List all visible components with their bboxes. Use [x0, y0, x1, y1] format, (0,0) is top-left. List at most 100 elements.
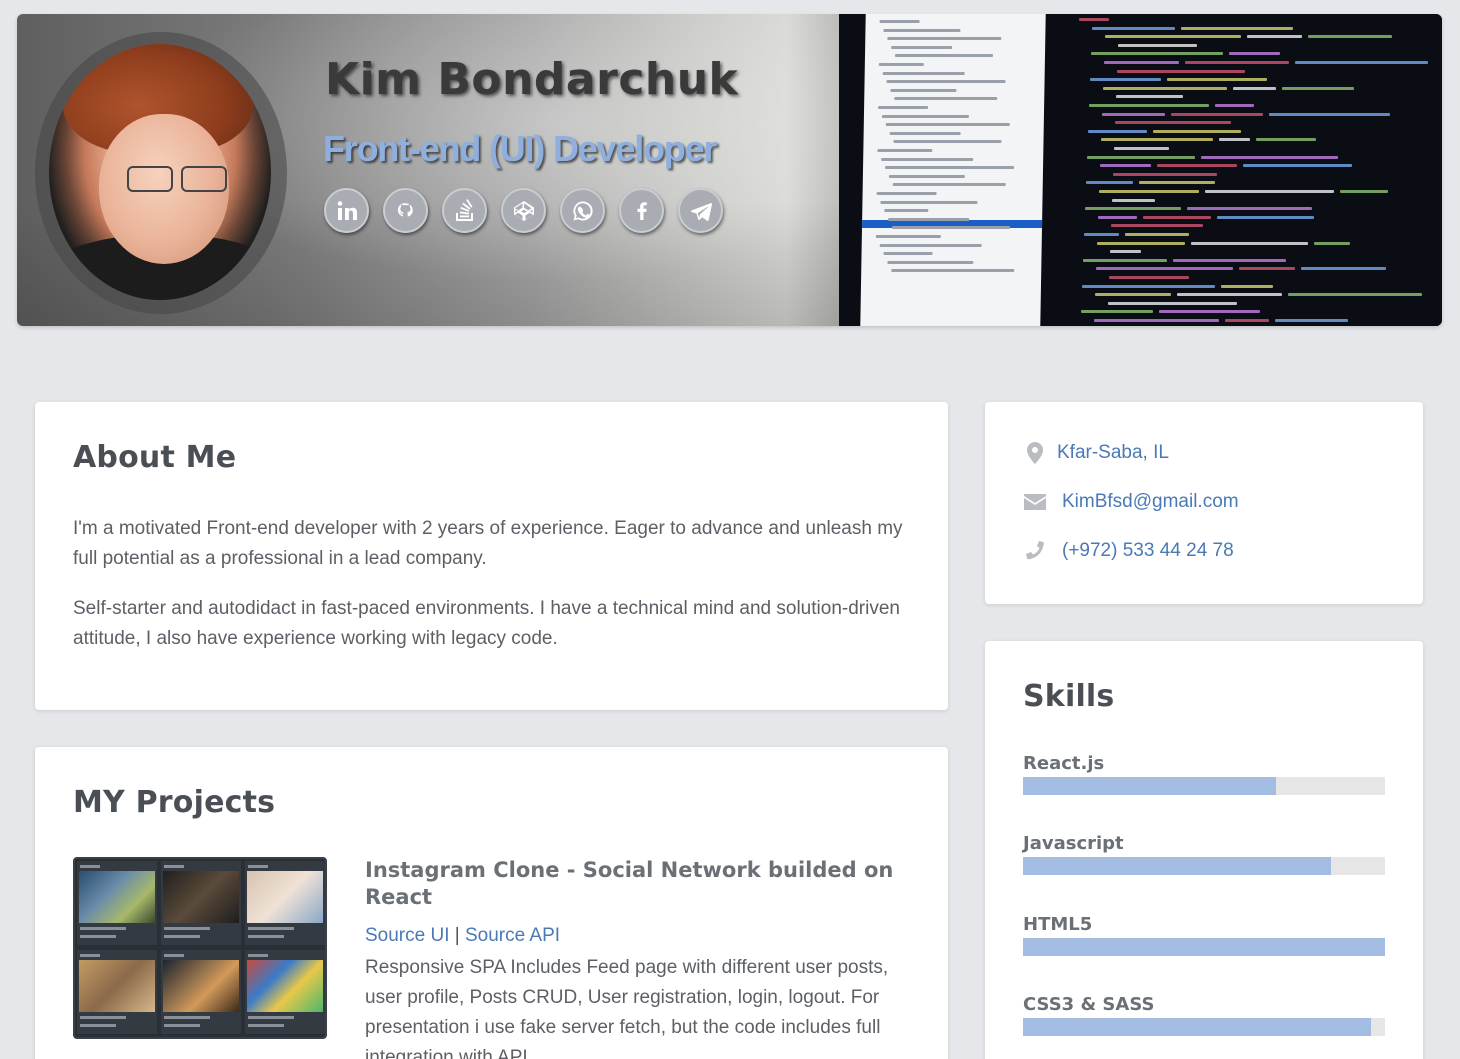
skills-title: Skills [1023, 679, 1115, 714]
code-line [1094, 319, 1219, 322]
code-line [1157, 164, 1237, 168]
code-line [1081, 310, 1153, 314]
code-line [1143, 215, 1211, 219]
code-line [1295, 61, 1428, 64]
thumbnail-post-image [79, 871, 155, 923]
file-tree-line [883, 252, 933, 256]
file-tree-line [893, 140, 1002, 144]
code-line [1090, 78, 1161, 82]
code-line [1116, 95, 1183, 99]
thumbnail-text-line [80, 935, 116, 938]
thumbnail-post-image [163, 871, 239, 923]
code-line [1117, 69, 1245, 73]
telegram-icon[interactable] [678, 188, 723, 233]
source-ui-link[interactable]: Source UI [365, 925, 449, 946]
email-row: KimBfsd@gmail.com [1021, 491, 1239, 513]
about-title: About Me [73, 440, 237, 475]
codepen-icon[interactable] [501, 188, 546, 233]
file-tree-line [882, 71, 965, 75]
thumbnail-text-line [248, 954, 268, 957]
thumbnail-post-tile [77, 861, 157, 945]
thumbnail-text-line [80, 1024, 116, 1027]
skill-label: React.js [1023, 753, 1105, 774]
code-line [1171, 112, 1263, 116]
profile-header: Kim Bondarchuk Front-end (UI) Developer [17, 14, 1442, 326]
source-api-link[interactable]: Source API [465, 925, 560, 946]
code-line [1079, 18, 1109, 21]
file-tree-line [883, 28, 961, 32]
code-line [1243, 164, 1352, 168]
code-line [1100, 164, 1151, 168]
about-paragraph-2: Self-starter and autodidact in fast-pace… [73, 598, 900, 649]
code-line [1105, 35, 1241, 39]
thumbnail-text-line [164, 927, 210, 930]
projects-card: MY Projects Instagram Clone - Social Net… [35, 747, 948, 1059]
thumbnail-post-image [79, 960, 155, 1012]
social-links [324, 188, 723, 233]
code-line [1087, 155, 1195, 159]
skill-fill [1023, 857, 1331, 875]
code-line [1301, 267, 1386, 271]
code-line [1086, 181, 1133, 185]
code-line [1256, 138, 1316, 142]
file-tree-line [879, 20, 920, 23]
code-line [1103, 86, 1227, 90]
thumbnail-text-line [164, 935, 200, 938]
file-tree-line [891, 45, 953, 49]
code-line [1112, 198, 1155, 202]
code-line [1097, 241, 1185, 245]
code-line [1225, 319, 1269, 322]
skill-label: CSS3 & SASS [1023, 994, 1155, 1015]
about-card: About Me I'm a motivated Front-end devel… [35, 402, 948, 710]
code-line [1110, 250, 1141, 254]
location-row: Kfar-Saba, IL [1021, 442, 1169, 464]
code-line [1159, 310, 1260, 314]
code-line [1113, 172, 1217, 176]
header-code-image [839, 14, 1442, 326]
thumbnail-post-tile [77, 950, 157, 1034]
project-thumbnail[interactable] [73, 857, 327, 1039]
email-link[interactable]: KimBfsd@gmail.com [1062, 491, 1239, 513]
code-line [1308, 35, 1392, 39]
thumbnail-text-line [80, 927, 126, 930]
thumbnail-post-image [247, 960, 323, 1012]
file-tree-line [881, 114, 969, 118]
code-line [1288, 293, 1422, 297]
code-line [1111, 224, 1203, 228]
skill-track [1023, 777, 1385, 795]
about-paragraph-1: I'm a motivated Front-end developer with… [73, 518, 903, 569]
code-line [1114, 147, 1169, 150]
profile-name: Kim Bondarchuk [325, 54, 739, 105]
code-line [1177, 293, 1282, 297]
thumbnail-post-image [163, 960, 239, 1012]
code-line [1221, 284, 1273, 288]
code-line [1084, 233, 1119, 236]
phone-link[interactable]: (+972) 533 44 24 78 [1062, 540, 1234, 562]
project-description: Responsive SPA Includes Feed page with d… [365, 957, 889, 1059]
github-icon[interactable] [383, 188, 428, 233]
projects-title: MY Projects [73, 785, 276, 820]
thumbnail-text-line [164, 1016, 210, 1019]
stackoverflow-icon[interactable] [442, 188, 487, 233]
skill-label: HTML5 [1023, 914, 1093, 935]
avatar-glasses-right [181, 166, 227, 192]
linkedin-icon[interactable] [324, 188, 369, 233]
code-line [1101, 138, 1213, 142]
code-line [1173, 258, 1286, 262]
skill-fill [1023, 777, 1277, 795]
code-line [1095, 293, 1171, 297]
code-line [1340, 190, 1388, 193]
thumbnail-text-line [248, 935, 284, 938]
file-tree-image [860, 14, 1046, 326]
whatsapp-icon[interactable] [560, 188, 605, 233]
thumbnail-text-line [248, 927, 294, 930]
skill-css3-sass: CSS3 & SASS [1023, 994, 1385, 1036]
code-line [1247, 35, 1302, 39]
facebook-icon[interactable] [619, 188, 664, 233]
code-line [1205, 190, 1334, 193]
thumbnail-text-line [248, 865, 268, 868]
file-tree-line [892, 183, 1006, 187]
thumbnail-text-line [80, 954, 100, 957]
code-line [1153, 129, 1241, 133]
skill-javascript: Javascript [1023, 833, 1385, 875]
